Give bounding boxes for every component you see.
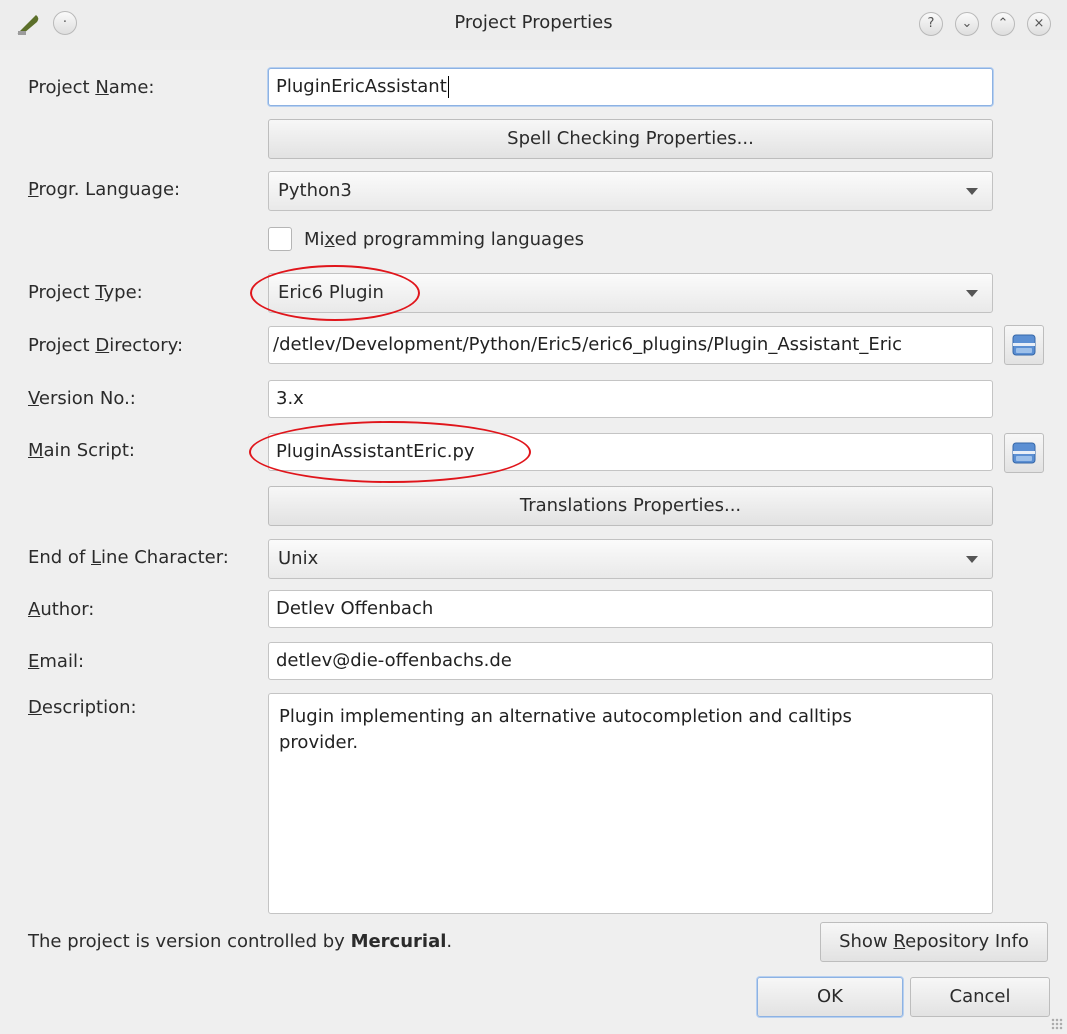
description-textarea[interactable]: Plugin implementing an alternative autoc… xyxy=(268,693,993,914)
browse-main-script-button[interactable] xyxy=(1004,433,1044,473)
vcs-status-text: The project is version controlled by Mer… xyxy=(28,931,453,952)
close-button[interactable]: × xyxy=(1027,12,1051,36)
chevron-down-icon xyxy=(966,188,978,195)
chevron-down-icon xyxy=(966,290,978,297)
folder-icon xyxy=(1012,442,1036,464)
mixed-languages-checkbox[interactable] xyxy=(268,227,292,251)
project-name-label: Project Name: xyxy=(28,77,155,98)
language-select[interactable]: Python3 xyxy=(268,171,993,211)
email-label: Email: xyxy=(28,651,85,672)
main-script-label: Main Script: xyxy=(28,440,135,461)
window-title: Project Properties xyxy=(454,12,613,33)
ok-button[interactable]: OK xyxy=(757,977,903,1017)
eol-label: End of Line Character: xyxy=(28,547,229,568)
project-name-input[interactable]: PluginEricAssistant xyxy=(268,68,993,106)
project-directory-label: Project Directory: xyxy=(28,335,184,356)
folder-icon xyxy=(1012,334,1036,356)
author-input[interactable]: Detlev Offenbach xyxy=(268,590,993,628)
email-input[interactable]: detlev@die-offenbachs.de xyxy=(268,642,993,680)
browse-directory-button[interactable] xyxy=(1004,325,1044,365)
project-type-select[interactable]: Eric6 Plugin xyxy=(268,273,993,313)
eol-select[interactable]: Unix xyxy=(268,539,993,579)
mixed-languages-label[interactable]: Mixed programming languages xyxy=(304,222,584,258)
minimize-button[interactable]: ⌄ xyxy=(955,12,979,36)
project-type-label: Project Type: xyxy=(28,282,143,303)
maximize-button[interactable]: ⌃ xyxy=(991,12,1015,36)
translations-properties-button[interactable]: Translations Properties... xyxy=(268,486,993,526)
version-label: Version No.: xyxy=(28,388,136,409)
author-label: Author: xyxy=(28,599,95,620)
resize-grip-icon[interactable] xyxy=(1051,1018,1063,1030)
spell-checking-properties-button[interactable]: Spell Checking Properties... xyxy=(268,119,993,159)
chevron-down-icon xyxy=(966,556,978,563)
version-input[interactable]: 3.x xyxy=(268,380,993,418)
project-directory-input[interactable]: /detlev/Development/Python/Eric5/eric6_p… xyxy=(268,326,993,364)
cancel-button[interactable]: Cancel xyxy=(910,977,1050,1017)
show-repository-info-button[interactable]: Show Repository Info xyxy=(820,922,1048,962)
main-script-input[interactable]: PluginAssistantEric.py xyxy=(268,433,993,471)
help-button[interactable]: ? xyxy=(919,12,943,36)
language-label: Progr. Language: xyxy=(28,179,181,200)
description-label: Description: xyxy=(28,697,137,718)
vcs-name: Mercurial xyxy=(350,931,447,952)
